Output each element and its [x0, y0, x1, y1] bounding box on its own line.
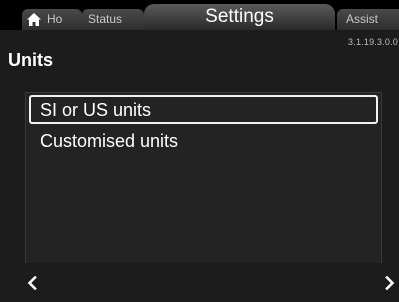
menu-list: SI or US units Customised units — [25, 92, 382, 263]
tab-home[interactable]: Ho — [22, 9, 82, 30]
chevron-left-icon[interactable] — [27, 276, 37, 290]
version-label: 3.1.19.3.0.0 — [348, 37, 398, 47]
menu-item-label: SI or US units — [40, 100, 152, 120]
tab-assist-label: Assist — [346, 12, 379, 26]
menu-item-si-us-units[interactable]: SI or US units — [29, 95, 378, 124]
tab-home-label: Ho — [47, 12, 63, 26]
tab-settings-label: Settings — [205, 6, 274, 27]
tab-status-label: Status — [88, 12, 123, 26]
tab-status[interactable]: Status — [82, 9, 144, 30]
tab-settings[interactable]: Settings — [144, 4, 335, 30]
chevron-right-icon[interactable] — [385, 276, 395, 290]
menu-item-label: Customised units — [40, 131, 179, 151]
screen: Ho Status Assist Settings 3.1.19.3.0.0 U… — [0, 0, 399, 302]
tab-assist[interactable]: Assist — [337, 9, 399, 30]
home-icon — [27, 13, 41, 26]
page-title: Units — [8, 50, 53, 70]
tab-bar: Ho Status Assist Settings — [0, 0, 399, 30]
menu-item-customised-units[interactable]: Customised units — [29, 128, 378, 157]
